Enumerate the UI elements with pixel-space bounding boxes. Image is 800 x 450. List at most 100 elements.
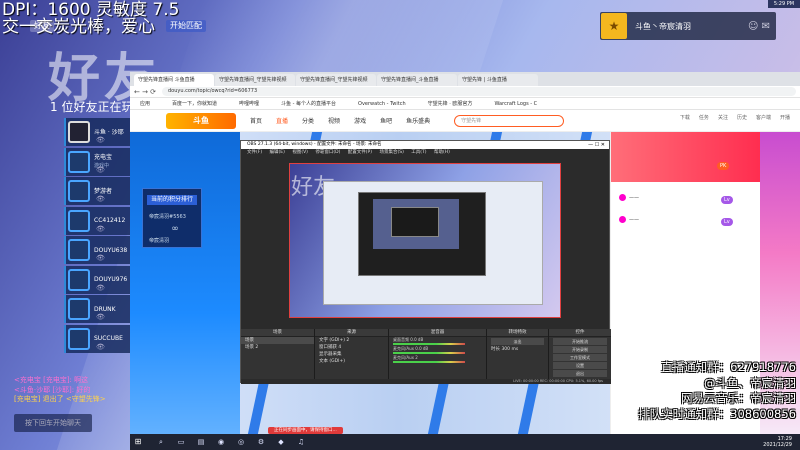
site-nav-item[interactable]: 鱼吧 bbox=[380, 116, 392, 125]
friend-item[interactable]: 梦游者 👁 bbox=[64, 177, 130, 205]
douyu-logo[interactable]: 斗鱼 bbox=[166, 112, 236, 129]
transition-select[interactable]: 淡出 bbox=[491, 338, 544, 345]
nav-icon-label[interactable]: 客户端 bbox=[756, 114, 771, 121]
bookmark-item[interactable]: Overwatch - Twitch bbox=[358, 101, 406, 107]
ranking-row: 帝宸清羽 bbox=[149, 238, 170, 244]
browser-tab[interactable]: 守望先锋直播间 斗鱼直播 bbox=[134, 74, 214, 86]
obs-menu-item[interactable]: 配置文件(P) bbox=[348, 150, 372, 155]
control-button[interactable]: 开始推流 bbox=[553, 338, 607, 345]
bookmark-item[interactable]: Warcraft Logs - C bbox=[494, 101, 537, 107]
friend-item[interactable]: DOUYU638 👁 bbox=[64, 236, 130, 264]
task-view-icon[interactable]: ▭ bbox=[176, 438, 186, 446]
search-icon[interactable]: ⌕ bbox=[156, 438, 166, 447]
explorer-icon[interactable]: ▤ bbox=[196, 438, 206, 446]
fan-badge: Lv bbox=[721, 196, 733, 204]
friends-tab-chip[interactable]: 好友 bbox=[30, 20, 54, 32]
source-item[interactable]: 文本 (GDI+) bbox=[315, 358, 388, 365]
site-nav-item[interactable]: 首页 bbox=[250, 116, 262, 125]
friend-item[interactable]: SUCCUBE 👁 bbox=[64, 324, 130, 353]
eye-icon[interactable]: 👁 bbox=[96, 343, 105, 351]
volume-meter[interactable] bbox=[393, 352, 465, 354]
taskbar-notification[interactable]: 正在同步画面中，请保持窗口... bbox=[268, 427, 343, 434]
obs-menu-item[interactable]: 场景集合(S) bbox=[379, 150, 403, 155]
avatar bbox=[68, 298, 90, 320]
gift-banner[interactable] bbox=[611, 132, 761, 182]
url-field[interactable]: douyu.com/topic/owcq?rid=606773 bbox=[162, 87, 796, 96]
site-nav-item[interactable]: 分类 bbox=[302, 116, 314, 125]
nav-icon-label[interactable]: 任务 bbox=[699, 114, 709, 121]
obs-menu-item[interactable]: 停靠窗口(D) bbox=[315, 150, 340, 155]
eye-icon[interactable]: 👁 bbox=[96, 254, 105, 262]
transitions-dock: 转场特效 淡出 时长 300 ms bbox=[487, 329, 549, 379]
scene-item[interactable]: 场景 bbox=[241, 337, 314, 344]
obs-menu-item[interactable]: 视图(V) bbox=[292, 150, 308, 155]
nav-icon-label[interactable]: 下载 bbox=[680, 114, 690, 121]
browser-tab[interactable]: 守望先锋直播间_守望先锋视频 bbox=[215, 74, 295, 86]
control-button[interactable]: 工作室模式 bbox=[553, 354, 607, 361]
link-icon: ∞ bbox=[171, 224, 179, 234]
volume-meter[interactable] bbox=[393, 361, 465, 363]
obs-icon[interactable]: ◎ bbox=[236, 438, 246, 446]
nav-icon-label[interactable]: 历史 bbox=[737, 114, 747, 121]
obs-menu-item[interactable]: 编辑(E) bbox=[270, 150, 285, 155]
scene-item[interactable]: 场景 2 bbox=[241, 344, 314, 351]
chrome-icon[interactable]: ◉ bbox=[216, 438, 226, 446]
eye-icon[interactable]: 👁 bbox=[96, 284, 105, 292]
friend-item[interactable]: DRUNK 👁 bbox=[64, 295, 130, 323]
browser-tab[interactable]: 守望先锋直播间_守望先锋视频 bbox=[296, 74, 376, 86]
obs-menu-item[interactable]: 工具(T) bbox=[411, 150, 426, 155]
eye-icon[interactable]: 👁 bbox=[96, 225, 105, 233]
windows-start-icon[interactable]: ⊞ bbox=[130, 434, 146, 450]
eye-icon[interactable]: 👁 bbox=[96, 166, 105, 174]
site-nav-item[interactable]: 鱼乐盛典 bbox=[406, 116, 430, 125]
source-item[interactable]: 窗口捕获 4 bbox=[315, 344, 388, 351]
eye-icon[interactable]: 👁 bbox=[96, 136, 105, 144]
gift-badge[interactable]: PK bbox=[717, 162, 730, 170]
ranking-row: 帝宸清羽#5563 bbox=[149, 214, 186, 220]
obs-menu-item[interactable]: 帮助(H) bbox=[434, 150, 450, 155]
chat-input-button[interactable]: 按下回车开始聊天 bbox=[14, 414, 92, 432]
start-match-chip[interactable]: 开始匹配 bbox=[166, 20, 206, 32]
browser-tab[interactable]: 守望先锋直播间_斗鱼直播 bbox=[377, 74, 457, 86]
music-icon[interactable]: ♫ bbox=[296, 438, 306, 446]
friend-item[interactable]: 斗鱼 · 沙耶 👁 bbox=[64, 118, 130, 146]
window-controls-icon[interactable]: — ☐ ✕ bbox=[588, 141, 605, 149]
eye-icon[interactable]: 👁 bbox=[96, 195, 105, 203]
bookmark-item[interactable]: 守望先锋 · 欧服官方 bbox=[428, 100, 473, 107]
site-navigation: 斗鱼 首页 直播 分类 视频 游戏 鱼吧 鱼乐盛典 守望先锋 下载 任务 关注 历史 客户端 开播 bbox=[130, 110, 800, 132]
bookmark-item[interactable]: 哔哩哔哩 bbox=[239, 100, 259, 107]
site-nav-item[interactable]: 视频 bbox=[328, 116, 340, 125]
social-icon[interactable]: ☺ ✉ bbox=[748, 21, 770, 32]
friend-item[interactable]: 充电宝 游戏中 👁 bbox=[64, 147, 130, 176]
fan-badge: Lv bbox=[721, 218, 733, 226]
source-item[interactable]: 显示器采集 bbox=[315, 351, 388, 358]
game-icon[interactable]: ◆ bbox=[276, 438, 286, 446]
site-search-input[interactable]: 守望先锋 bbox=[454, 114, 565, 127]
control-button[interactable]: 退出 bbox=[553, 370, 607, 377]
nav-back-forward-icon[interactable]: ← → ⟳ bbox=[134, 88, 162, 96]
source-selection-box[interactable] bbox=[289, 163, 561, 318]
obs-preview[interactable]: 好友 bbox=[289, 163, 561, 318]
obs-menu-item[interactable]: 文件(F) bbox=[247, 150, 262, 155]
volume-meter[interactable] bbox=[393, 343, 465, 345]
bookmark-item[interactable]: 应用 bbox=[140, 100, 150, 107]
nav-icon-label[interactable]: 开播 bbox=[780, 114, 790, 121]
eye-icon[interactable]: 👁 bbox=[96, 313, 105, 321]
control-button[interactable]: 设置 bbox=[553, 362, 607, 369]
browser-tab[interactable]: 守望先锋 | 斗鱼直播 bbox=[458, 74, 538, 86]
site-nav-item[interactable]: 直播 bbox=[276, 116, 288, 125]
avatar bbox=[68, 150, 90, 173]
nav-icon-label[interactable]: 关注 bbox=[718, 114, 728, 121]
site-nav-item[interactable]: 游戏 bbox=[354, 116, 366, 125]
transition-duration[interactable]: 时长 300 ms bbox=[487, 346, 548, 353]
friend-list: 斗鱼 · 沙耶 👁 充电宝 游戏中 👁 梦游者 👁 CC412412 👁 DOUYU638 👁 DOU… bbox=[64, 118, 130, 354]
bookmark-item[interactable]: 百度一下，你就知道 bbox=[172, 100, 217, 107]
steam-icon[interactable]: ⚙ bbox=[256, 438, 266, 446]
control-button[interactable]: 开始录制 bbox=[553, 346, 607, 353]
friend-item[interactable]: DOUYU976 👁 bbox=[64, 265, 130, 294]
avatar bbox=[68, 327, 90, 350]
source-item[interactable]: 文字 (GDI+) 2 bbox=[315, 337, 388, 344]
friend-item[interactable]: CC412412 👁 bbox=[64, 206, 130, 235]
obs-docks: 场景 场景 场景 2 来源 文字 (GDI+) 2 窗口捕获 4 显示器采集 文本 (G… bbox=[241, 329, 611, 379]
bookmark-item[interactable]: 斗鱼 - 每个人的直播平台 bbox=[281, 100, 336, 107]
